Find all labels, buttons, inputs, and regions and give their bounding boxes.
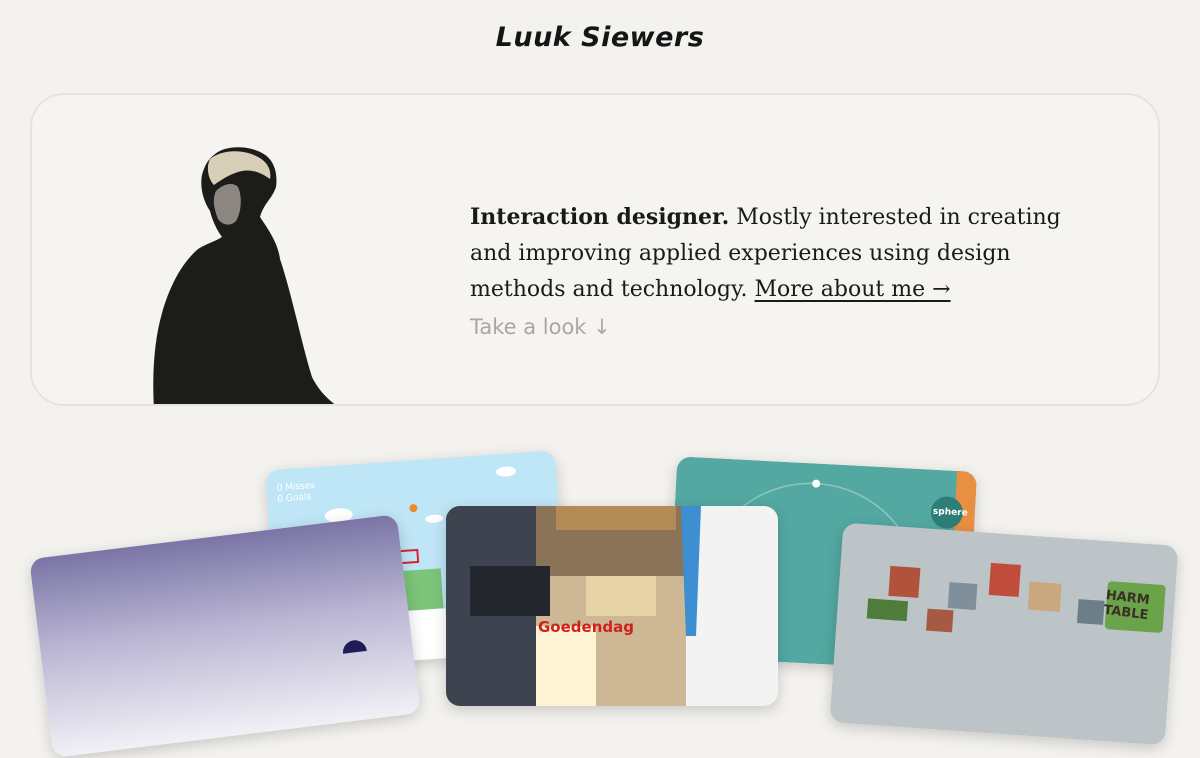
site-logo[interactable]: Luuk Siewers [0,22,1200,53]
take-a-look-link[interactable]: Take a look ↓ [470,315,611,339]
teal-badge: sphere [932,506,968,519]
intro-role: Interaction designer. [470,204,730,230]
about-me-link[interactable]: More about me → [755,277,951,302]
avatar-shape [341,638,367,654]
supermarket-thumbnail [446,506,778,706]
intro-text: Interaction designer. Mostly interested … [470,199,1090,308]
project-card-harm-table[interactable]: HARM TABLE [829,522,1179,746]
harm-logo: HARM TABLE [1102,587,1151,624]
project-card-supermarket[interactable]: Goedendag [446,506,778,706]
portrait-image [153,147,335,404]
hero-card: Interaction designer. Mostly interested … [30,93,1160,406]
harm-thumbnail [829,522,1179,746]
game-score: 0 Misses 0 Goals [276,480,316,505]
project-card-gradient[interactable] [29,514,421,758]
store-sign: Goedendag [538,618,634,636]
